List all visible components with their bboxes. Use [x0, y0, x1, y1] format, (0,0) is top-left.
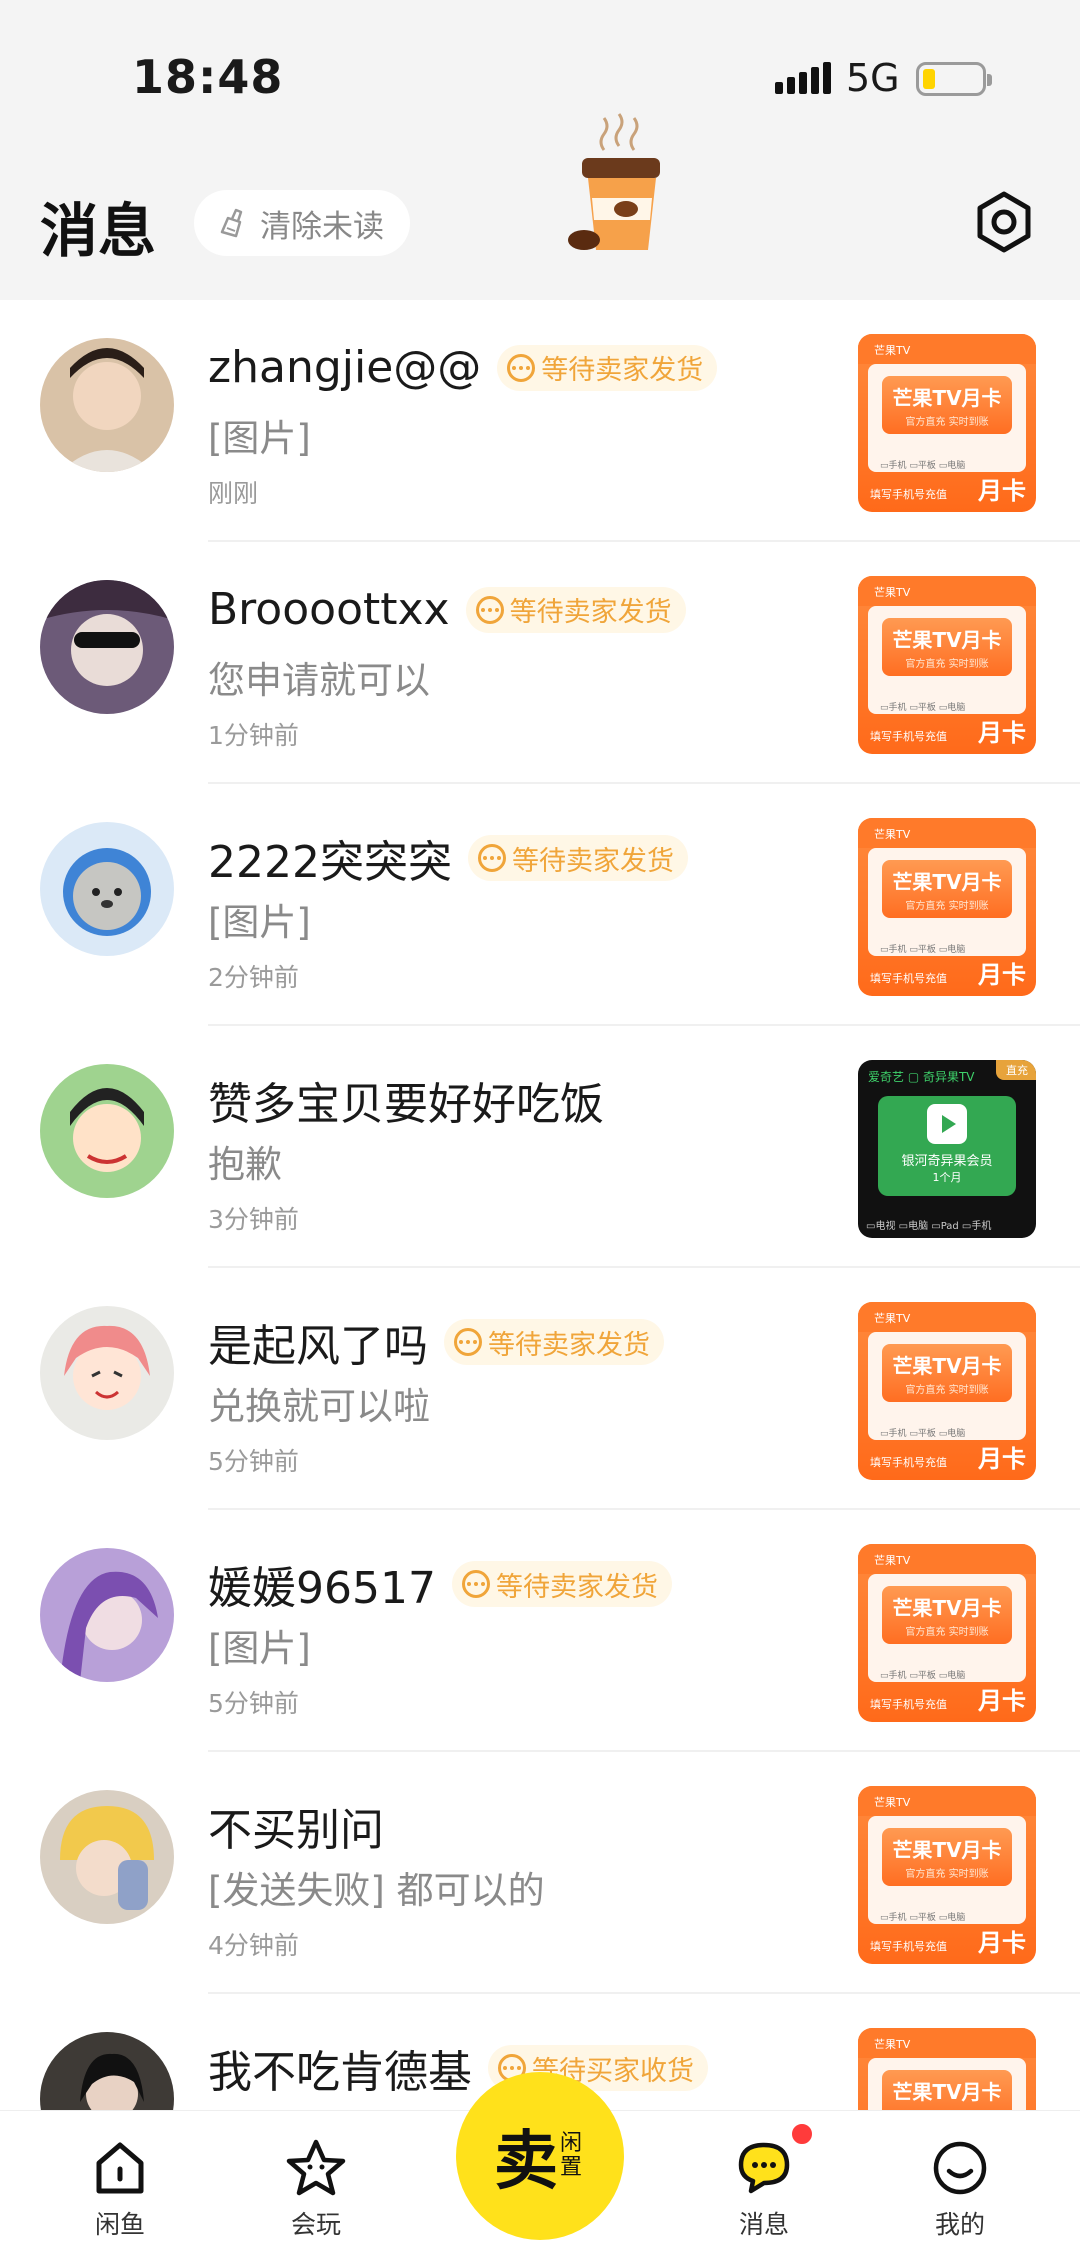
contact-name: zhangjie@@ [208, 342, 482, 393]
order-status-badge: 等待卖家发货 [467, 835, 688, 881]
conversation-row[interactable]: 赞多宝贝要好好吃饭 抱歉 3分钟前 爱奇艺 ▢ 奇异果TV 直充 银河奇异果会员… [0, 1026, 1080, 1268]
more-dots-icon [461, 1570, 490, 1598]
page-header: 消息 清除未读 [0, 113, 1080, 300]
conversation-row[interactable]: 2222突突突 等待卖家发货 [图片] 2分钟前 芒果TV 芒果TV月卡 官方直充… [0, 784, 1080, 1026]
avatar[interactable] [40, 1064, 174, 1198]
last-message: [图片] [208, 901, 311, 944]
product-thumbnail[interactable]: 芒果TV 芒果TV月卡官方直充 实时到账▭手机 ▭平板 ▭电脑 填写手机号充值月… [858, 2028, 1036, 2110]
order-status-badge: 等待卖家发货 [465, 586, 686, 633]
last-message: 兑换就可以啦 [208, 1385, 430, 1428]
tab-huiwan[interactable]: 会玩 [256, 2137, 376, 2241]
coffee-cup-icon [568, 113, 660, 250]
product-thumbnail[interactable]: 芒果TV 芒果TV月卡官方直充 实时到账▭手机 ▭平板 ▭电脑 填写手机号充值月… [858, 1302, 1036, 1480]
tab-label: 闲鱼 [94, 2210, 145, 2239]
conversation-row[interactable]: 媛媛96517 等待卖家发货 [图片] 5分钟前 芒果TV 芒果TV月卡 官方直充… [0, 1510, 1080, 1752]
sell-sub-label: 闲置 [560, 2131, 583, 2180]
order-status-badge: 等待卖家发货 [444, 1319, 664, 1365]
clear-unread-label: 清除未读 [260, 208, 384, 245]
battery-icon [916, 62, 992, 96]
clear-unread-button[interactable]: 清除未读 [194, 190, 410, 256]
order-status-badge: 等待卖家发货 [497, 344, 718, 391]
tab-label: 我的 [934, 2210, 985, 2239]
chat-bubble-icon [738, 2142, 790, 2194]
status-time: 18:48 [132, 50, 284, 104]
tab-messages[interactable]: 消息 [704, 2137, 824, 2241]
avatar[interactable] [40, 1548, 174, 1682]
contact-name: 2222突突突 [208, 837, 452, 888]
last-message: [发送失败] 都可以的 [208, 1869, 545, 1912]
order-status-badge: 等待卖家发货 [451, 1561, 672, 1607]
product-thumbnail[interactable]: 芒果TV 芒果TV月卡官方直充 实时到账▭手机 ▭平板 ▭电脑 填写手机号充值月… [858, 334, 1036, 512]
more-dots-icon [454, 1328, 482, 1356]
avatar[interactable] [40, 580, 174, 714]
more-dots-icon [475, 595, 504, 624]
message-time: 5分钟前 [208, 1689, 299, 1718]
message-time: 1分钟前 [208, 721, 299, 750]
avatar[interactable] [40, 2032, 174, 2110]
more-dots-icon [477, 844, 506, 872]
unread-dot [790, 2122, 814, 2146]
broom-icon [220, 208, 243, 238]
sell-label: 卖 [494, 2125, 558, 2199]
message-time: 3分钟前 [208, 1205, 299, 1234]
page-title: 消息 [40, 197, 157, 265]
settings-icon[interactable] [972, 190, 1036, 254]
last-message: [图片] [208, 417, 311, 460]
avatar[interactable] [40, 1790, 174, 1924]
contact-name: 是起风了吗 [208, 1321, 428, 1372]
tab-home[interactable]: 闲鱼 [60, 2137, 180, 2241]
conversation-row[interactable]: 不买别问 [发送失败] 都可以的 4分钟前 芒果TV 芒果TV月卡 官方直充 实时… [0, 1752, 1080, 1994]
avatar[interactable] [40, 338, 174, 472]
contact-name: 媛媛96517 [208, 1563, 436, 1614]
tab-label: 会玩 [290, 2210, 341, 2239]
avatar[interactable] [40, 1306, 174, 1440]
product-thumbnail[interactable]: 爱奇艺 ▢ 奇异果TV 直充 银河奇异果会员 1个月 ▭电视 ▭电脑 ▭Pad ▭… [858, 1060, 1036, 1238]
product-thumbnail[interactable]: 芒果TV 芒果TV月卡官方直充 实时到账▭手机 ▭平板 ▭电脑 填写手机号充值月… [858, 818, 1036, 996]
message-time: 5分钟前 [208, 1447, 299, 1476]
star-face-icon [286, 2139, 346, 2196]
status-bar: 18:48 5G [0, 0, 1080, 160]
conversation-list[interactable]: zhangjie@@ 等待卖家发货 [图片] 刚刚 芒果TV 芒果TV月卡 官方直… [0, 300, 1080, 2110]
last-message: 您申请就可以 [208, 659, 430, 702]
home-icon [96, 2142, 144, 2194]
signal-strength-icon [775, 62, 831, 94]
contact-name: 不买别问 [208, 1805, 384, 1856]
contact-name: Broooottxx [208, 584, 450, 635]
message-time: 2分钟前 [208, 963, 299, 992]
conversation-row[interactable]: 是起风了吗 等待卖家发货 兑换就可以啦 5分钟前 芒果TV 芒果TV月卡 官方直充… [0, 1268, 1080, 1510]
avatar[interactable] [40, 822, 174, 956]
message-time: 刚刚 [208, 479, 259, 508]
last-message: [图片] [208, 1627, 311, 1670]
last-message: 抱歉 [208, 1143, 282, 1186]
product-thumbnail[interactable]: 芒果TV 芒果TV月卡官方直充 实时到账▭手机 ▭平板 ▭电脑 填写手机号充值月… [858, 576, 1036, 754]
more-dots-icon [507, 353, 536, 382]
tab-label: 消息 [738, 2210, 789, 2239]
conversation-row[interactable]: zhangjie@@ 等待卖家发货 [图片] 刚刚 芒果TV 芒果TV月卡 官方直… [0, 300, 1080, 542]
conversation-row[interactable]: Broooottxx 等待卖家发货 您申请就可以 1分钟前 芒果TV 芒果TV月… [0, 542, 1080, 784]
play-icon [927, 1104, 967, 1144]
tab-me[interactable]: 我的 [900, 2137, 1020, 2241]
smile-face-icon [933, 2141, 987, 2195]
contact-name: 我不吃肯德基 [208, 2047, 472, 2098]
sell-button[interactable]: 卖 闲置 [456, 2072, 624, 2240]
product-thumbnail[interactable]: 芒果TV 芒果TV月卡官方直充 实时到账▭手机 ▭平板 ▭电脑 填写手机号充值月… [858, 1786, 1036, 1964]
battery-level [923, 69, 935, 89]
product-thumbnail[interactable]: 芒果TV 芒果TV月卡官方直充 实时到账▭手机 ▭平板 ▭电脑 填写手机号充值月… [858, 1544, 1036, 1722]
network-type: 5G [846, 56, 900, 100]
contact-name: 赞多宝贝要好好吃饭 [208, 1079, 604, 1130]
message-time: 4分钟前 [208, 1931, 299, 1960]
